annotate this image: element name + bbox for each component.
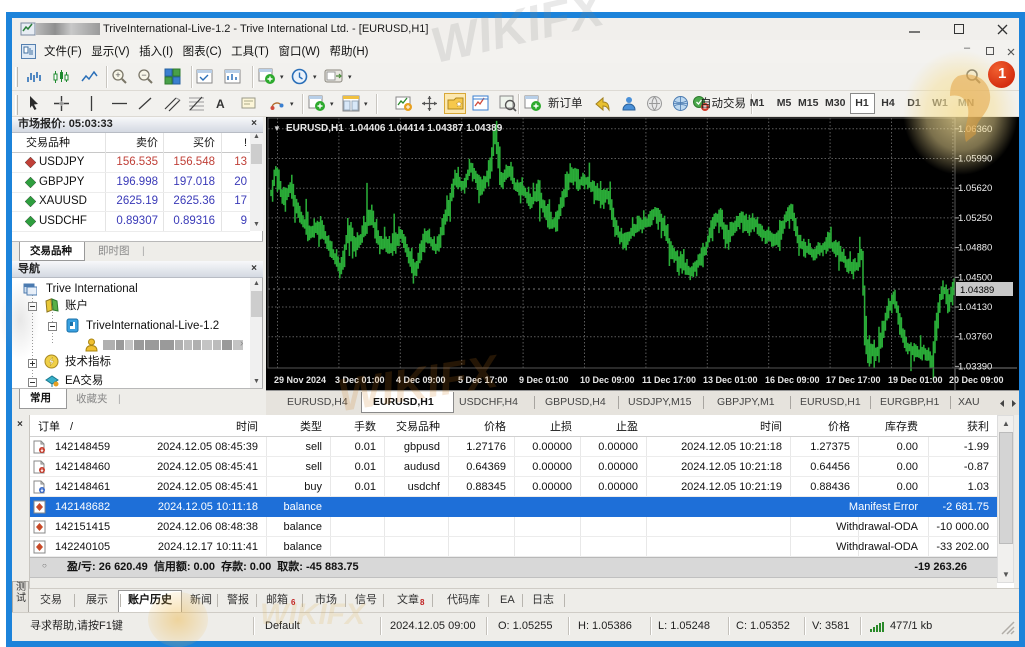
svg-text:3 Dec 01:00: 3 Dec 01:00 [335, 375, 385, 385]
svg-text:1.05250: 1.05250 [958, 213, 992, 224]
svg-text:19 Dec 01:00: 19 Dec 01:00 [888, 375, 943, 385]
svg-text:17 Dec 17:00: 17 Dec 17:00 [826, 375, 881, 385]
svg-text:5 Dec 17:00: 5 Dec 17:00 [458, 375, 508, 385]
svg-text:1.05990: 1.05990 [958, 154, 992, 165]
svg-text:1.03390: 1.03390 [958, 361, 992, 372]
svg-text:9 Dec 01:00: 9 Dec 01:00 [519, 375, 569, 385]
svg-text:+: + [115, 70, 120, 80]
svg-text:10 Dec 09:00: 10 Dec 09:00 [580, 375, 635, 385]
svg-text:1.04389: 1.04389 [960, 285, 994, 296]
svg-text:1.04880: 1.04880 [958, 243, 992, 254]
svg-text:1.03760: 1.03760 [958, 332, 992, 343]
svg-text:13 Dec 01:00: 13 Dec 01:00 [703, 375, 758, 385]
svg-text:4 Dec 09:00: 4 Dec 09:00 [396, 375, 446, 385]
svg-text:−: − [141, 70, 146, 80]
svg-text:1.06360: 1.06360 [958, 124, 992, 135]
svg-text:1.05620: 1.05620 [958, 183, 992, 194]
svg-text:▼: ▼ [273, 124, 281, 133]
svg-text:29 Nov 2024: 29 Nov 2024 [274, 375, 326, 385]
svg-text:1.04500: 1.04500 [958, 272, 992, 283]
svg-text:1.04130: 1.04130 [958, 302, 992, 313]
svg-text:20 Dec 09:00: 20 Dec 09:00 [949, 375, 1004, 385]
svg-text:EURUSD,H1 1.04406 1.04414 1.0: EURUSD,H1 1.04406 1.04414 1.04387 1.0438… [286, 123, 503, 134]
svg-text:11 Dec 17:00: 11 Dec 17:00 [642, 375, 696, 385]
svg-text:16 Dec 09:00: 16 Dec 09:00 [765, 375, 820, 385]
